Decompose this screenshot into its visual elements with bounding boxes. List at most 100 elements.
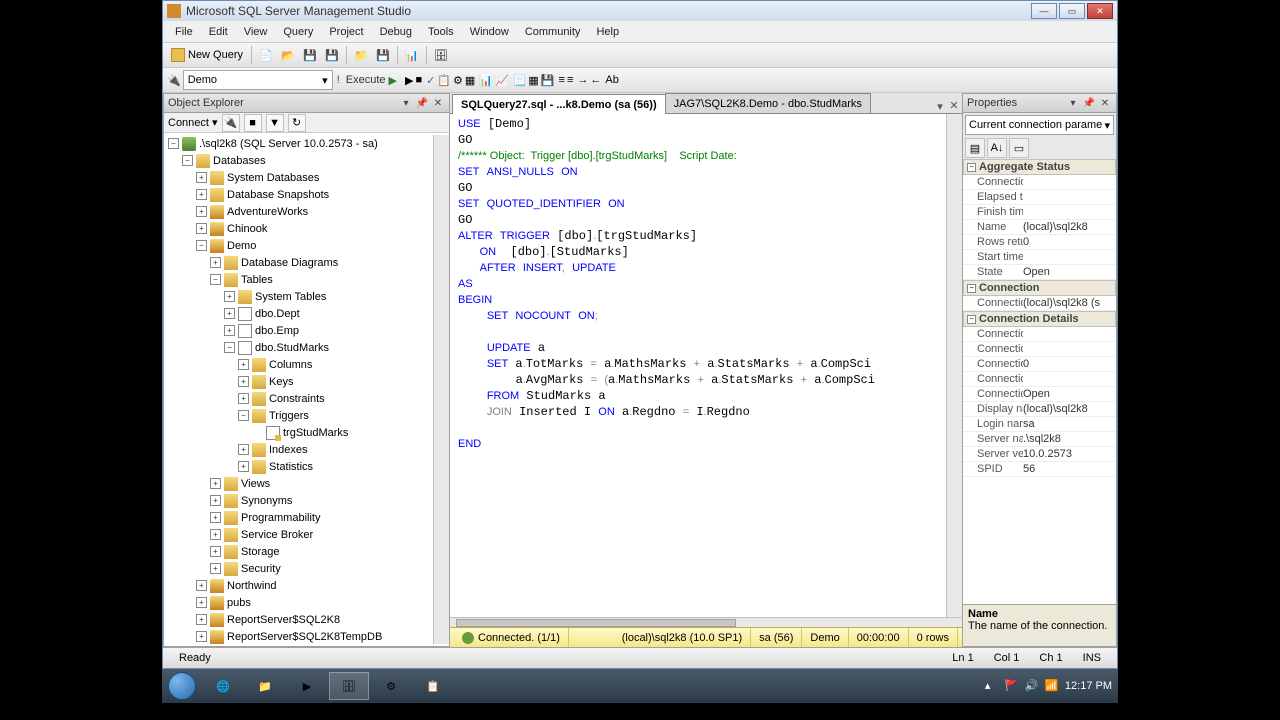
close-icon[interactable]: ✕	[1098, 96, 1112, 110]
expander-icon[interactable]: +	[210, 546, 221, 557]
prop-row[interactable]: StateOpen	[963, 265, 1116, 280]
properties-grid[interactable]: −Aggregate StatusConnectionElapsed timFi…	[963, 159, 1116, 604]
collapse-icon[interactable]: −	[967, 284, 976, 293]
menu-view[interactable]: View	[236, 23, 276, 41]
uncomment-icon[interactable]: ≡	[567, 74, 573, 86]
prop-row[interactable]: Connection0	[963, 357, 1116, 372]
tree-item[interactable]: +Views	[164, 475, 433, 492]
activity-monitor-icon[interactable]: 📊	[402, 45, 422, 65]
tree-item[interactable]: −dbo.StudMarks	[164, 339, 433, 356]
tray-network-icon[interactable]: 📶	[1045, 679, 1059, 693]
disconnect-icon[interactable]: 🔌	[222, 114, 240, 132]
specify-values-icon[interactable]: Ab	[605, 74, 618, 86]
minimize-button[interactable]: —	[1031, 3, 1057, 19]
prop-row[interactable]: Server versi10.0.2573	[963, 447, 1116, 462]
stop-icon[interactable]: ■	[244, 114, 262, 132]
tree-item[interactable]: −Tables	[164, 271, 433, 288]
sql-editor[interactable]: USE [Demo] GO /****** Object: Trigger [d…	[450, 114, 946, 617]
taskbar-app2-icon[interactable]: 📋	[413, 672, 453, 700]
prop-row[interactable]: Connection(local)\sql2k8 (s	[963, 296, 1116, 311]
tree-item[interactable]: +System Databases	[164, 169, 433, 186]
expander-icon[interactable]: +	[210, 563, 221, 574]
cancel-icon[interactable]: ■	[415, 74, 422, 86]
prop-row[interactable]: SPID56	[963, 462, 1116, 477]
pin-icon[interactable]: 📌	[1082, 96, 1096, 110]
alphabetical-icon[interactable]: A↓	[987, 138, 1007, 158]
open-icon[interactable]: 📁	[351, 45, 371, 65]
expander-icon[interactable]: +	[224, 325, 235, 336]
tab-close-icon[interactable]: ✕	[946, 97, 962, 113]
tree-item[interactable]: trgStudMarks	[164, 424, 433, 441]
expander-icon[interactable]: −	[196, 240, 207, 251]
tree-item[interactable]: +dbo.Emp	[164, 322, 433, 339]
tree-item[interactable]: +Database Snapshots	[164, 186, 433, 203]
prop-row[interactable]: Login namesa	[963, 417, 1116, 432]
expander-icon[interactable]: +	[196, 189, 207, 200]
results-text-icon[interactable]: 📃	[513, 74, 527, 87]
expander-icon[interactable]: +	[224, 291, 235, 302]
tray-flag-icon[interactable]: 🚩	[1005, 679, 1019, 693]
close-button[interactable]: ✕	[1087, 3, 1113, 19]
tray-volume-icon[interactable]: 🔊	[1025, 679, 1039, 693]
tree-item[interactable]: +dbo.Dept	[164, 305, 433, 322]
expander-icon[interactable]: +	[196, 614, 207, 625]
editor-tab[interactable]: SQLQuery27.sql - ...k8.Demo (sa (56))	[452, 94, 666, 114]
maximize-button[interactable]: ▭	[1059, 3, 1085, 19]
menu-tools[interactable]: Tools	[420, 23, 462, 41]
tree-item[interactable]: +Indexes	[164, 441, 433, 458]
prop-row[interactable]: Elapsed tim	[963, 190, 1116, 205]
prop-category[interactable]: −Connection	[963, 280, 1116, 296]
change-connection-icon[interactable]: 🔌	[167, 74, 181, 87]
tree-item[interactable]: +ReportServer$SQL2K8TempDB	[164, 628, 433, 644]
results-file-icon[interactable]: 💾	[541, 74, 555, 87]
expander-icon[interactable]: +	[196, 172, 207, 183]
taskbar-app1-icon[interactable]: ⚙	[371, 672, 411, 700]
expander-icon[interactable]: +	[196, 597, 207, 608]
tab-list-icon[interactable]: ▾	[934, 100, 946, 113]
properties-header[interactable]: Properties ▾ 📌 ✕	[963, 94, 1116, 113]
editor-scrollbar[interactable]	[946, 114, 962, 617]
debug-icon[interactable]: ▶	[405, 74, 413, 87]
save-all-icon[interactable]: 💾	[322, 45, 342, 65]
prop-row[interactable]: Start time	[963, 250, 1116, 265]
taskbar-media-icon[interactable]: ▶	[287, 672, 327, 700]
tree-item[interactable]: −Triggers	[164, 407, 433, 424]
expander-icon[interactable]: −	[210, 274, 221, 285]
parse-icon[interactable]: ✓	[426, 74, 435, 87]
expander-icon[interactable]: +	[196, 580, 207, 591]
tree-item[interactable]: +AdventureWorks	[164, 203, 433, 220]
taskbar-clock[interactable]: 12:17 PM	[1065, 681, 1112, 692]
tree-item[interactable]: +Northwind	[164, 577, 433, 594]
include-plan-icon[interactable]: 📊	[479, 74, 493, 87]
database-selector[interactable]: Demo ▾	[183, 70, 333, 90]
start-button[interactable]	[162, 669, 202, 703]
tree-item[interactable]: +pubs	[164, 594, 433, 611]
object-explorer-tree[interactable]: − .\sql2k8 (SQL Server 10.0.2573 - sa) −…	[164, 133, 449, 646]
expander-icon[interactable]: −	[168, 138, 179, 149]
system-tray[interactable]: ▴ 🚩 🔊 📶 12:17 PM	[985, 679, 1118, 693]
prop-row[interactable]: Display nam(local)\sql2k8	[963, 402, 1116, 417]
new-query-button[interactable]: New Query	[167, 48, 247, 62]
execute-icon[interactable]: !	[337, 74, 340, 86]
prop-row[interactable]: Server name.\sql2k8	[963, 432, 1116, 447]
expander-icon[interactable]: +	[210, 529, 221, 540]
prop-category[interactable]: −Connection Details	[963, 311, 1116, 327]
tree-item[interactable]: +Constraints	[164, 390, 433, 407]
pin-icon[interactable]: 📌	[415, 96, 429, 110]
prop-category[interactable]: −Aggregate Status	[963, 159, 1116, 175]
tree-item[interactable]: −Demo	[164, 237, 433, 254]
expander-icon[interactable]: +	[210, 257, 221, 268]
tree-item[interactable]: +Storage	[164, 543, 433, 560]
tree-item[interactable]: +Programmability	[164, 509, 433, 526]
tree-item[interactable]: +Service Broker	[164, 526, 433, 543]
collapse-icon[interactable]: −	[967, 163, 976, 172]
connect-button[interactable]: Connect ▾	[168, 116, 218, 129]
expander-icon[interactable]: +	[210, 495, 221, 506]
properties-object-selector[interactable]: Current connection parame ▾	[965, 115, 1114, 135]
expander-icon[interactable]: +	[224, 308, 235, 319]
save-icon[interactable]: 💾	[300, 45, 320, 65]
prop-row[interactable]: Connection	[963, 327, 1116, 342]
object-explorer-header[interactable]: Object Explorer ▾ 📌 ✕	[164, 94, 449, 113]
tree-item[interactable]: +ReportServer$SQL2K8	[164, 611, 433, 628]
intellisense-icon[interactable]: ▦	[465, 74, 475, 87]
